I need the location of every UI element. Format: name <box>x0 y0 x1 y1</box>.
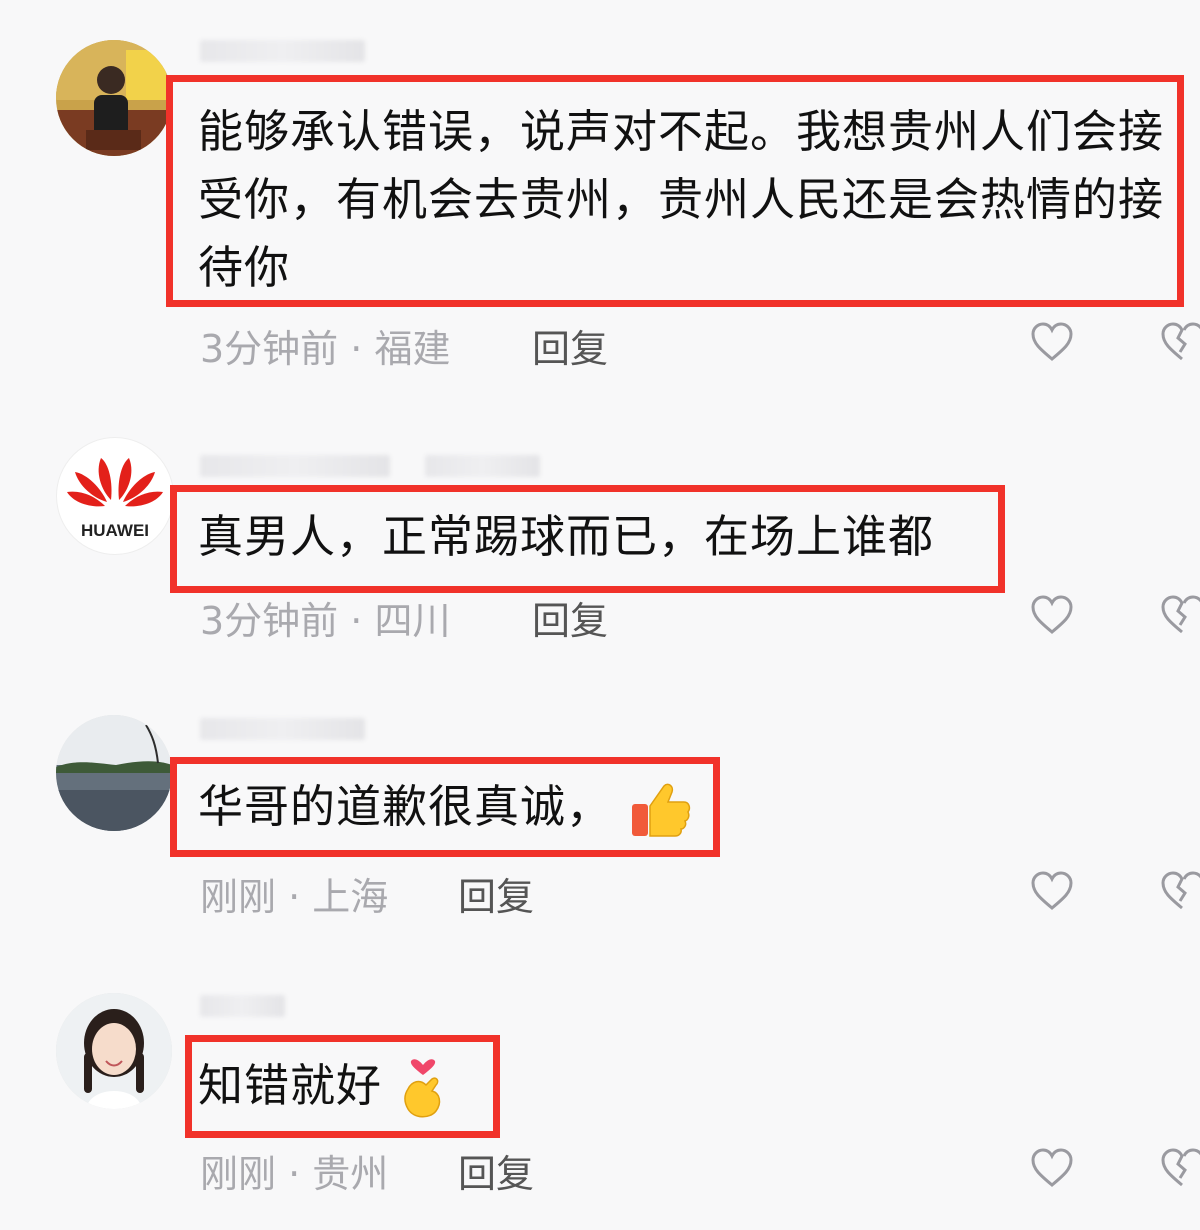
reply-button[interactable]: 回复 <box>532 590 608 645</box>
comment-meta: 3分钟前 · 四川 <box>200 590 450 645</box>
meta-separator: · <box>288 1152 301 1196</box>
broken-heart-icon[interactable] <box>1160 871 1200 911</box>
reply-button[interactable]: 回复 <box>458 1143 534 1198</box>
comment-meta: 3分钟前 · 福建 <box>200 318 450 373</box>
comment-location: 福建 <box>374 327 451 371</box>
finger-heart-icon <box>404 1059 441 1118</box>
meta-separator: · <box>350 327 363 371</box>
avatar[interactable] <box>56 715 172 831</box>
avatar[interactable]: HUAWEI <box>56 437 174 555</box>
lake-scene-icon <box>56 715 172 831</box>
heart-icon[interactable] <box>1030 1148 1074 1188</box>
comment-time: 3分钟前 <box>200 327 339 371</box>
username-blurred <box>200 40 365 62</box>
avatar[interactable] <box>56 993 172 1109</box>
username-blurred <box>200 995 285 1017</box>
comment-text: 华哥的道歉很真诚， <box>198 773 692 842</box>
person-photo-icon <box>56 40 172 156</box>
comment-text: 真男人，正常踢球而已，在场上谁都 <box>198 510 935 563</box>
huawei-logo-icon: HUAWEI <box>67 458 163 540</box>
avatar[interactable] <box>56 40 172 156</box>
comment-text: 知错就好 <box>198 1052 448 1120</box>
meta-separator: · <box>288 875 301 919</box>
comment-time: 3分钟前 <box>200 599 339 643</box>
broken-heart-icon[interactable] <box>1160 1148 1200 1188</box>
username-blurred <box>425 455 540 477</box>
meta-separator: · <box>350 599 363 643</box>
thumbs-up-icon <box>632 783 691 837</box>
broken-heart-icon[interactable] <box>1160 595 1200 635</box>
comment-time: 刚刚 <box>200 875 277 919</box>
comment-location: 上海 <box>312 875 389 919</box>
heart-icon[interactable] <box>1030 871 1074 911</box>
username-blurred <box>200 455 390 477</box>
heart-icon[interactable] <box>1030 322 1074 362</box>
username-blurred <box>200 718 365 740</box>
comment-text-content: 华哥的道歉很真诚， <box>198 780 613 833</box>
broken-heart-icon[interactable] <box>1160 322 1200 362</box>
comment-text: 能够承认错误，说声对不起。我想贵州人们会接受你，有机会去贵州，贵州人民还是会热情… <box>198 105 1165 294</box>
reply-button[interactable]: 回复 <box>458 866 534 921</box>
comment-time: 刚刚 <box>200 1152 277 1196</box>
girl-portrait-icon <box>56 993 172 1109</box>
comment-meta: 刚刚 · 上海 <box>200 866 388 921</box>
comment-location: 四川 <box>374 599 451 643</box>
heart-icon[interactable] <box>1030 595 1074 635</box>
huawei-logo-text: HUAWEI <box>81 521 149 540</box>
reply-button[interactable]: 回复 <box>532 318 608 373</box>
comment-meta: 刚刚 · 贵州 <box>200 1143 388 1198</box>
comment-location: 贵州 <box>312 1152 389 1196</box>
comment-text-content: 知错就好 <box>198 1059 383 1112</box>
